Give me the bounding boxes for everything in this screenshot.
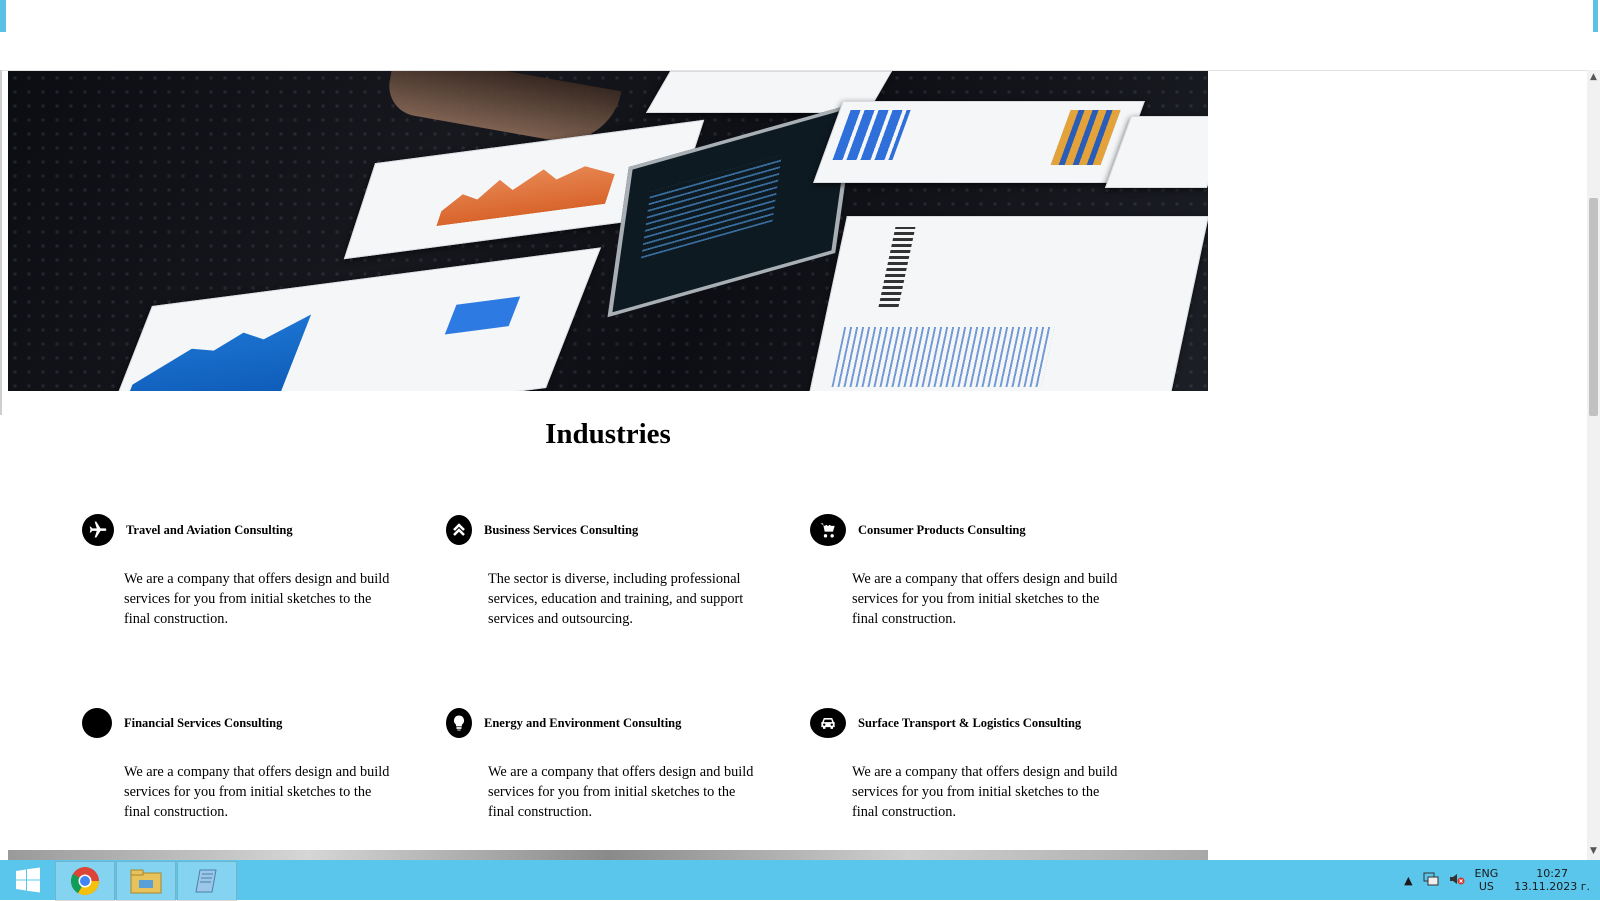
industry-card: Consumer Products Consulting We are a co… (810, 513, 1150, 629)
industry-card: Energy and Environment Consulting We are… (446, 706, 786, 822)
circle-icon (82, 708, 112, 738)
table-shape (831, 327, 1055, 387)
industry-title[interactable]: Business Services Consulting (484, 523, 638, 538)
industry-description: We are a company that offers design and … (124, 764, 390, 820)
hero-sheet (809, 216, 1208, 391)
network-icon[interactable] (1423, 872, 1439, 889)
airplane-icon (82, 514, 114, 546)
industry-card-header: Financial Services Consulting (82, 706, 422, 740)
clock[interactable]: 10:27 13.11.2023 г. (1514, 867, 1590, 893)
lightbulb-icon (446, 708, 472, 738)
hero-image (8, 71, 1208, 391)
system-tray: ▲ ENG US 10:27 13.11.2023 г. (1394, 860, 1590, 900)
industry-title[interactable]: Travel and Aviation Consulting (126, 523, 293, 538)
language-region: US (1478, 880, 1494, 893)
orange-chart-shape (436, 154, 621, 226)
vertical-scrollbar[interactable]: ▲ ▼ (1587, 70, 1600, 860)
taskbar: ▲ ENG US 10:27 13.11.2023 г. (0, 860, 1600, 901)
chrome-icon[interactable] (55, 861, 115, 901)
clock-time: 10:27 (1536, 867, 1568, 880)
industry-card-header: Travel and Aviation Consulting (82, 513, 422, 547)
industry-description: We are a company that offers design and … (852, 764, 1118, 820)
shopping-cart-icon (810, 514, 846, 546)
industry-title[interactable]: Surface Transport & Logistics Consulting (858, 716, 1081, 731)
section-title: Industries (545, 418, 671, 450)
hero-sheet (813, 101, 1145, 183)
industry-card: Business Services Consulting The sector … (446, 513, 786, 629)
industry-card-header: Consumer Products Consulting (810, 513, 1150, 547)
industry-title[interactable]: Financial Services Consulting (124, 716, 282, 731)
industry-card: Travel and Aviation Consulting We are a … (82, 513, 422, 629)
industry-card-header: Energy and Environment Consulting (446, 706, 786, 740)
window-accent-left (0, 0, 6, 32)
industry-card-header: Surface Transport & Logistics Consulting (810, 706, 1150, 740)
scrollbar-thumb[interactable] (1589, 198, 1598, 416)
file-explorer-icon[interactable] (116, 861, 176, 901)
industry-description: We are a company that offers design and … (488, 764, 754, 820)
window-accent-right (1593, 0, 1598, 32)
industry-card: Surface Transport & Logistics Consulting… (810, 706, 1150, 822)
car-icon (810, 708, 846, 738)
browser-top-bar (0, 0, 1600, 71)
bar-column-shape (878, 227, 916, 307)
blue-area-chart-shape (117, 304, 315, 391)
industry-description: We are a company that offers design and … (124, 571, 390, 627)
industry-card-header: Business Services Consulting (446, 513, 786, 547)
industry-description: The sector is diverse, including profess… (488, 571, 744, 627)
scroll-down-arrow-icon[interactable]: ▼ (1587, 846, 1600, 858)
industry-card: Financial Services Consulting We are a c… (82, 706, 422, 822)
blue-bars-shape (832, 110, 911, 160)
industry-description: We are a company that offers design and … (852, 571, 1118, 627)
notepad-icon[interactable] (177, 861, 237, 901)
windows-start-icon[interactable] (4, 862, 52, 898)
volume-muted-icon[interactable] (1449, 872, 1465, 889)
industry-title[interactable]: Consumer Products Consulting (858, 523, 1026, 538)
language-indicator[interactable]: ENG US (1475, 867, 1499, 893)
clock-date: 13.11.2023 г. (1514, 880, 1590, 893)
stacked-bars-shape (1050, 110, 1121, 165)
scroll-up-arrow-icon[interactable]: ▲ (1587, 72, 1600, 84)
show-hidden-icons-arrow-icon[interactable]: ▲ (1404, 874, 1412, 887)
industry-title[interactable]: Energy and Environment Consulting (484, 716, 681, 731)
double-chevron-up-icon (446, 515, 472, 545)
language-code: ENG (1474, 867, 1499, 880)
blue-box-shape (444, 296, 521, 335)
left-edge-line (0, 70, 2, 415)
